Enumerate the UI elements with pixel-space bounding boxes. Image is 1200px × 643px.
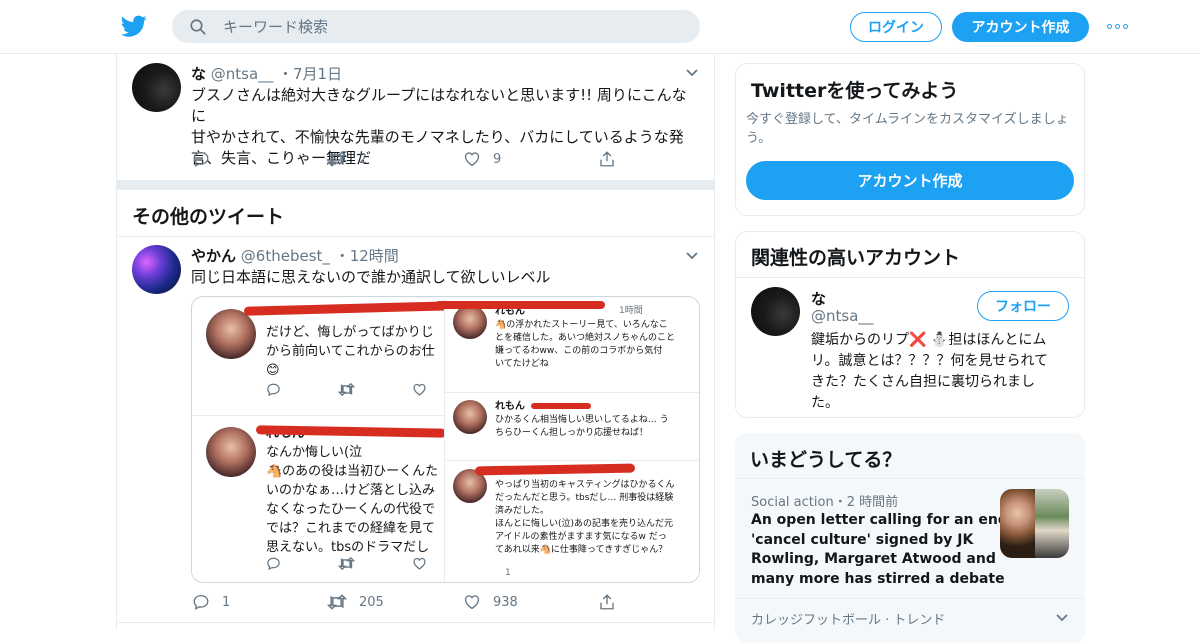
- like-count: 9: [493, 151, 502, 167]
- like-count: 938: [493, 594, 518, 610]
- search-input[interactable]: [223, 11, 683, 42]
- related-accounts-title: 関連性の高いアカウント: [751, 247, 961, 269]
- user-handle[interactable]: @ntsa__: [211, 65, 273, 83]
- redaction-mark: [435, 301, 605, 309]
- chevron-down-icon[interactable]: [685, 251, 699, 261]
- trends-card: いまどうしてる？ Social action・2 時間前 An open let…: [735, 433, 1085, 643]
- tweet-image[interactable]: だけど、悔しがってばかりじ から前向いてこれからのお仕 😊 れもん なんか悔しい…: [191, 296, 700, 583]
- account-bio: 鍵垢からのリプ❌ ⛄担はほんとにム リ。誠意とは？？？？何を見せられて きた？た…: [811, 332, 1049, 411]
- signup-button[interactable]: アカウント作成: [952, 12, 1089, 42]
- divider: [192, 415, 444, 416]
- tweet-actions: 1 205 938: [191, 593, 701, 613]
- section-divider: [117, 180, 714, 190]
- screenshot-time: 1時間: [619, 306, 643, 316]
- retweet-count: 2: [359, 151, 368, 167]
- share-icon: [600, 151, 614, 167]
- signup-card-button[interactable]: アカウント作成: [746, 161, 1074, 200]
- heart-icon: [413, 383, 426, 396]
- user-name[interactable]: な: [191, 65, 206, 83]
- tweet-header: な @ntsa__ ・7月1日: [191, 63, 342, 84]
- screenshot-text: ひかるくん相当悔しい思いしてるよね… う ちらひーくん担しっかり応援せねば！: [495, 415, 669, 438]
- screenshot-text: やっぱり当初のキャスティングはひかるくん だったんだと思う。tbsだし… 刑事役…: [495, 480, 675, 555]
- avatar: [206, 309, 256, 359]
- signup-card-description: 今すぐ登録して、タイムラインをカスタマイズしましょ う。: [746, 112, 1069, 146]
- twitter-bird-icon[interactable]: [121, 13, 147, 39]
- share-icon: [600, 594, 614, 610]
- avatar: [206, 427, 256, 477]
- trend-next-label[interactable]: カレッジフットボール · トレンド: [751, 609, 945, 628]
- avatar: [453, 400, 487, 434]
- account-handle[interactable]: @ntsa__: [811, 307, 873, 325]
- timeline-column: な @ntsa__ ・7月1日 ブスノさんは絶対大きなグループにはなれないと思い…: [116, 54, 715, 630]
- share-button[interactable]: [598, 150, 628, 168]
- user-name[interactable]: やかん: [191, 247, 236, 265]
- retweet-button[interactable]: 205: [327, 593, 384, 611]
- avatar[interactable]: [132, 63, 181, 112]
- reply-icon: [193, 151, 209, 167]
- heart-icon: [464, 152, 480, 167]
- more-options-icon[interactable]: [1107, 18, 1131, 34]
- avatar: [453, 305, 487, 339]
- account-name[interactable]: な: [811, 288, 826, 309]
- screenshot-name: れもん: [495, 401, 525, 412]
- tweet-time[interactable]: ・7月1日: [278, 65, 342, 83]
- login-button[interactable]: ログイン: [850, 12, 942, 42]
- search-box[interactable]: [172, 10, 700, 43]
- trend-headline: An open letter calling for an end to 'ca…: [751, 512, 1030, 587]
- redaction-mark: [531, 403, 591, 409]
- avatar[interactable]: [751, 287, 800, 336]
- retweet-icon: [338, 556, 355, 570]
- retweet-icon: [327, 151, 347, 167]
- screenshot-text: 🐴の浮かれたストーリー見て、いろんなこ とを確信した。あいつ絶対スノちゃんのこと…: [495, 320, 676, 369]
- tweet-time[interactable]: ・12時間: [335, 247, 399, 265]
- retweet-icon: [327, 594, 347, 610]
- heart-icon: [413, 557, 426, 570]
- retweet-icon: [338, 382, 355, 396]
- top-bar: ログイン アカウント作成: [0, 0, 1200, 54]
- screenshot-overlay: れもん 1時間 🐴の浮かれたストーリー見て、いろんなこ とを確信した。あいつ絶対…: [435, 297, 699, 582]
- redaction-mark: [243, 301, 455, 316]
- follow-button[interactable]: フォロー: [977, 291, 1069, 321]
- search-icon: [190, 19, 206, 35]
- signup-card: Twitterを使ってみよう 今すぐ登録して、タイムラインをカスタマイズしましょ…: [735, 63, 1085, 216]
- reply-button[interactable]: [192, 150, 222, 168]
- chevron-down-icon[interactable]: [685, 68, 699, 78]
- avatar[interactable]: [132, 245, 181, 294]
- divider: [735, 598, 1085, 599]
- retweet-button[interactable]: 2: [327, 150, 367, 168]
- reply-icon: [267, 383, 280, 396]
- trend-meta: Social action・2 時間前: [751, 495, 899, 510]
- trends-title: いまどうしてる？: [750, 449, 902, 471]
- screenshot-text: なんか悔しい(泣 🐴のあの役は当初ひーくんた いのかなぁ…けど落とし込み なくな…: [266, 445, 439, 555]
- signup-card-title: Twitterを使ってみよう: [751, 80, 959, 102]
- divider: [445, 392, 699, 393]
- tweet-actions: 2 9: [191, 150, 701, 170]
- chevron-down-icon[interactable]: [1055, 613, 1069, 623]
- heart-icon: [464, 595, 480, 610]
- screenshot-text: だけど、悔しがってばかりじ から前向いてこれからのお仕 😊: [266, 325, 435, 378]
- more-tweets-heading: その他のツイート: [132, 206, 285, 228]
- reply-icon: [193, 594, 209, 610]
- like-button[interactable]: 9: [463, 150, 501, 168]
- trend-thumbnail[interactable]: [1000, 489, 1069, 558]
- retweet-count: 205: [359, 594, 384, 610]
- tweet-text: 同じ日本語に思えないので誰か通訳して欲しいレベル: [191, 268, 551, 286]
- user-handle[interactable]: @6thebest_: [241, 247, 330, 265]
- reply-button[interactable]: 1: [192, 593, 230, 611]
- redaction-mark: [474, 463, 636, 476]
- share-button[interactable]: [598, 593, 628, 611]
- divider: [117, 622, 714, 623]
- tweet[interactable]: な @ntsa__ ・7月1日 ブスノさんは絶対大きなグループにはなれないと思い…: [117, 54, 714, 180]
- like-button[interactable]: 938: [463, 593, 518, 611]
- divider: [445, 460, 699, 461]
- reply-icon: [267, 557, 280, 570]
- reply-count: 1: [222, 594, 231, 610]
- tweet-header: やかん @6thebest_ ・12時間: [191, 245, 399, 266]
- related-accounts-card: 関連性の高いアカウント な @ntsa__ フォロー 鍵垢からのリプ❌ ⛄担はほ…: [735, 231, 1085, 418]
- screenshot-reply-count: 1: [505, 568, 511, 578]
- divider: [736, 277, 1084, 278]
